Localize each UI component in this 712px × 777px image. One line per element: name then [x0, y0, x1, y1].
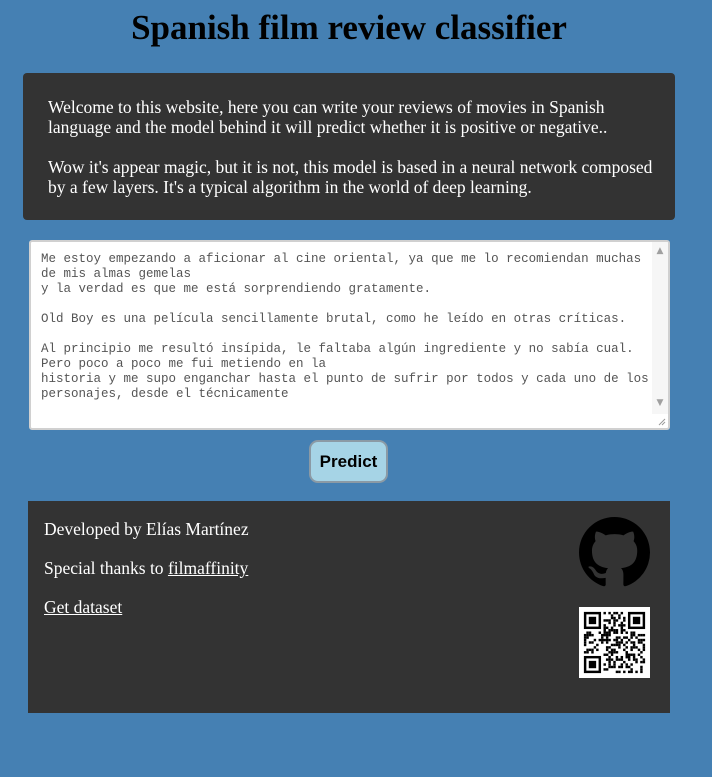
- footer-panel: Developed by Elías Martínez Special than…: [28, 501, 670, 713]
- github-icon[interactable]: [579, 517, 650, 588]
- textarea-scrollbar[interactable]: ▲ ▼: [652, 242, 668, 414]
- special-thanks-text: Special thanks to filmaffinity: [44, 558, 248, 578]
- resize-handle-icon[interactable]: [656, 416, 666, 426]
- special-thanks-prefix: Special thanks to: [44, 558, 168, 578]
- review-text[interactable]: Me estoy empezando a aficionar al cine o…: [41, 252, 659, 418]
- filmaffinity-link[interactable]: filmaffinity: [168, 558, 248, 578]
- review-textarea[interactable]: Me estoy empezando a aficionar al cine o…: [29, 240, 670, 430]
- predict-button[interactable]: Predict: [309, 440, 388, 483]
- get-dataset-line: Get dataset: [44, 597, 122, 617]
- scroll-down-icon[interactable]: ▼: [652, 396, 668, 410]
- qr-code-icon[interactable]: [579, 607, 650, 678]
- page-title: Spanish film review classifier: [131, 8, 567, 47]
- intro-paragraph-2: Wow it's appear magic, but it is not, th…: [48, 157, 653, 197]
- get-dataset-link[interactable]: Get dataset: [44, 597, 122, 617]
- developed-by-text: Developed by Elías Martínez: [44, 519, 249, 539]
- intro-panel: Welcome to this website, here you can wr…: [23, 73, 675, 220]
- scroll-up-icon[interactable]: ▲: [652, 244, 668, 258]
- intro-paragraph-1: Welcome to this website, here you can wr…: [48, 97, 608, 137]
